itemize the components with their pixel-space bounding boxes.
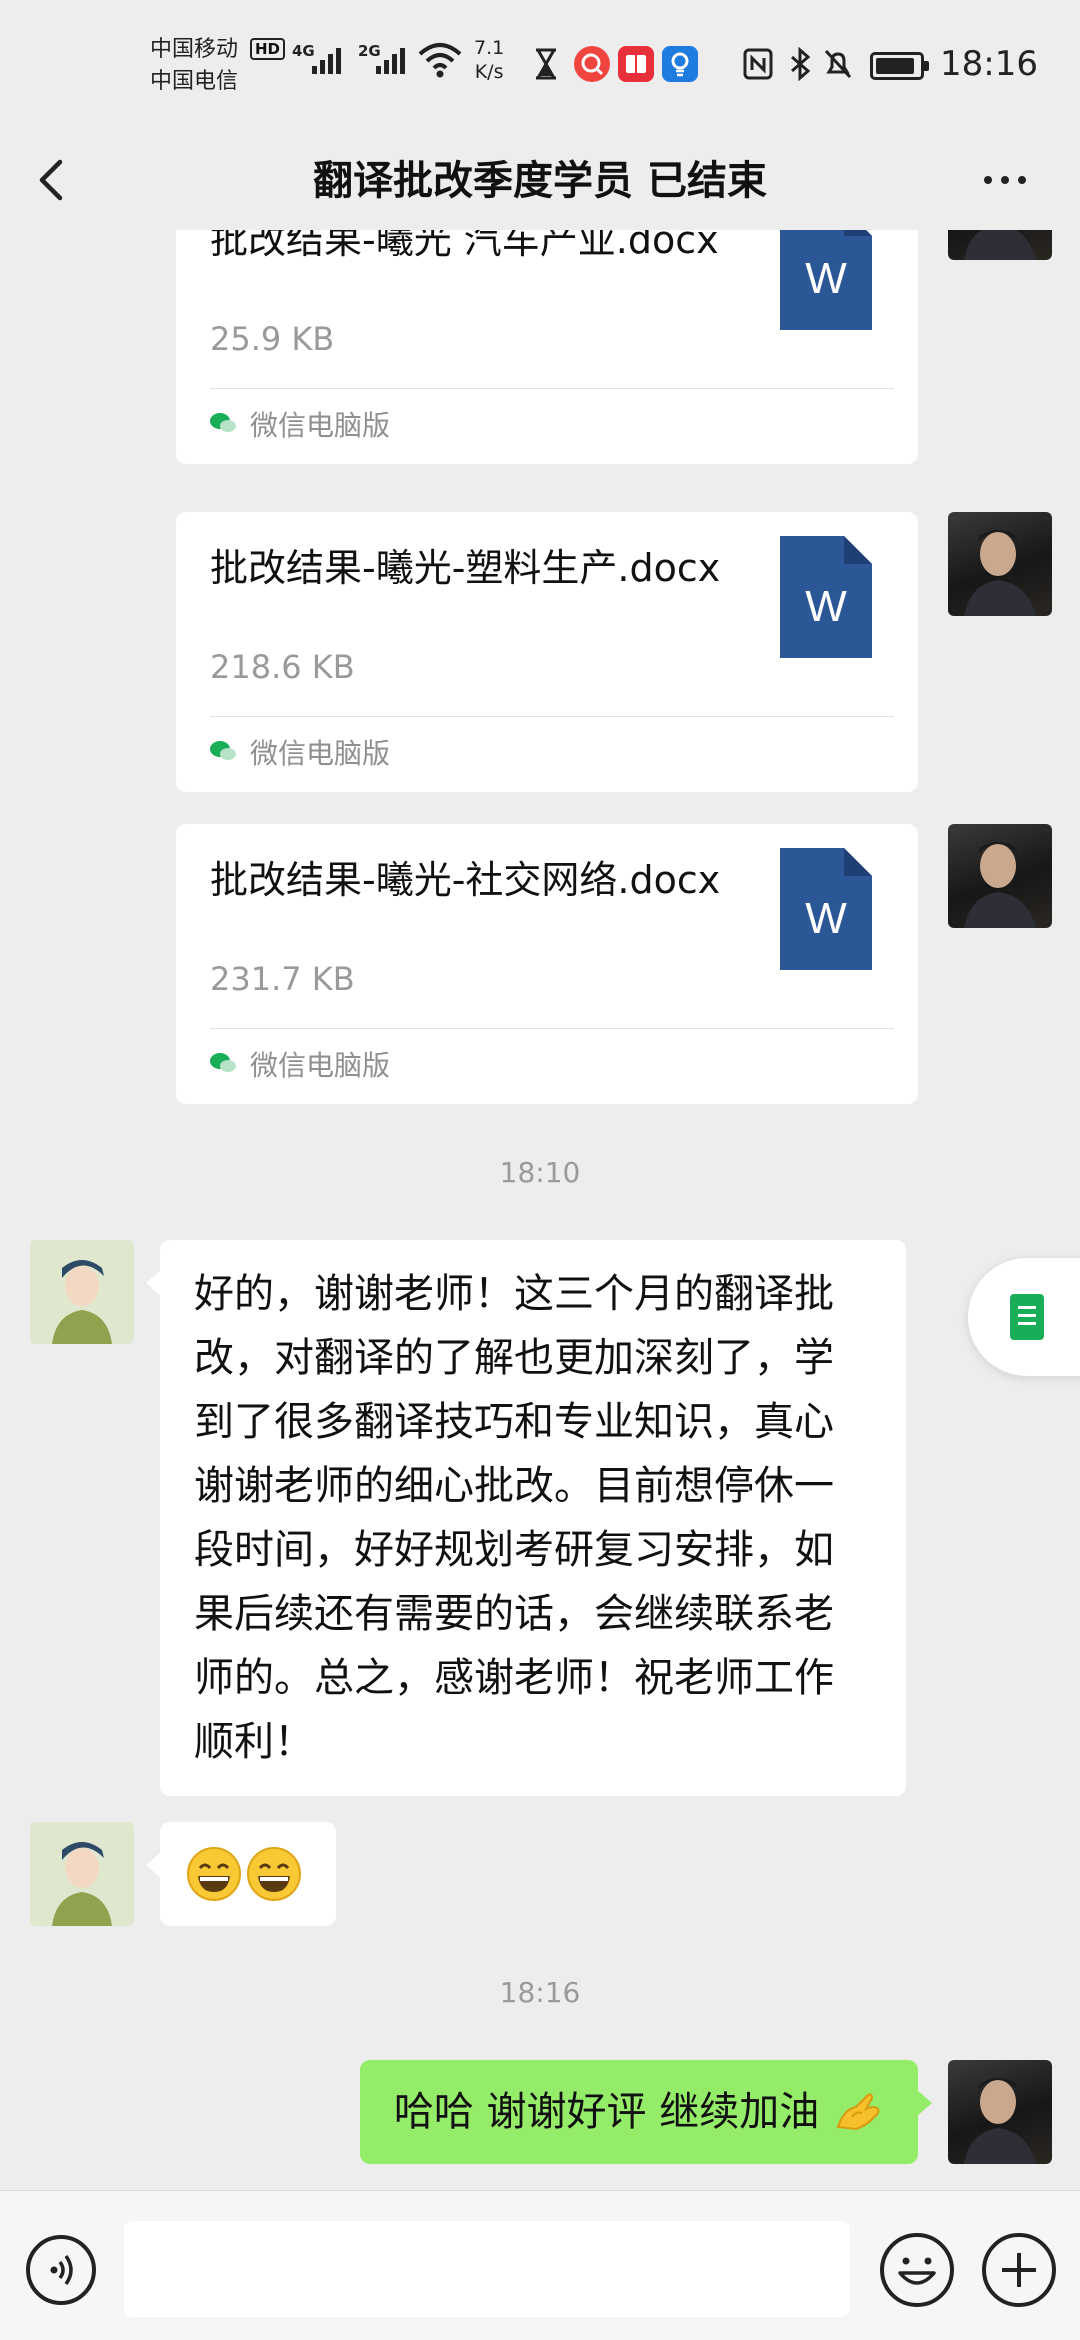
incoming-message-bubble[interactable]: 好的，谢谢老师！这三个月的翻译批改，对翻译的了解也更加深刻了，学到了很多翻译技巧…	[146, 1240, 906, 1796]
divider	[210, 388, 894, 389]
divider	[210, 1028, 894, 1029]
file-source-label: 微信电脑版	[250, 1049, 391, 1082]
file-size: 231.7 KB	[210, 960, 355, 998]
more-dots-icon[interactable]	[980, 160, 1030, 200]
signal-strength-icon	[312, 40, 346, 74]
chat-title: 翻译批改季度学员 已结束	[313, 158, 767, 204]
message-timestamp: 18:10	[499, 1156, 581, 1189]
grinning-emoji-icon	[247, 1847, 301, 1901]
carrier-labels: 中国移动 中国电信	[150, 34, 238, 98]
incoming-message-bubble[interactable]	[146, 1822, 336, 1926]
wechat-pc-icon	[210, 413, 236, 432]
file-message-card[interactable]: 批改结果-曦光-社交网络.docx 231.7 KB W 微信电脑版	[176, 824, 918, 1104]
mute-bell-icon	[824, 49, 852, 79]
file-size: 25.9 KB	[210, 320, 335, 358]
message-input[interactable]	[124, 2221, 850, 2317]
teacher-avatar[interactable]	[948, 2060, 1052, 2164]
network-speed-value: 7.1	[474, 37, 505, 59]
reader-app-icon	[618, 46, 654, 82]
outgoing-message-bubble[interactable]: 哈哈 谢谢好评 继续加油	[359, 2060, 933, 2164]
nfc-icon	[743, 48, 773, 80]
hourglass-icon	[536, 48, 556, 80]
network-speed-unit: K/s	[474, 61, 504, 83]
chat-header: 翻译批改季度学员 已结束	[0, 130, 1080, 230]
floating-note-button[interactable]	[968, 1258, 1080, 1376]
network-speed: 7.1 K/s	[474, 36, 504, 84]
status-bar: 中国移动 中国电信 HD 4G 2G 7.1 K/s 18:16	[0, 0, 1080, 130]
bulb-app-icon	[662, 46, 698, 82]
file-source-label: 微信电脑版	[250, 737, 391, 770]
word-doc-icon: W	[780, 536, 872, 658]
file-size: 218.6 KB	[210, 648, 355, 686]
file-source-label: 微信电脑版	[250, 409, 391, 442]
file-name: 批改结果-曦光-社交网络.docx	[210, 858, 721, 902]
status-time: 18:16	[940, 44, 1038, 84]
chat-message-list[interactable]: 批改结果-曦光 汽车产业.docx 25.9 KB W 微信电脑版 批改结果-曦…	[0, 230, 1080, 2190]
word-letter: W	[805, 894, 847, 943]
message-text: 哈哈 谢谢好评 继续加油	[393, 2089, 820, 2135]
word-letter: W	[805, 582, 847, 631]
word-doc-icon: W	[780, 230, 872, 330]
word-letter: W	[805, 254, 847, 303]
wechat-pc-icon	[210, 741, 236, 760]
hd-badge: HD	[250, 38, 286, 60]
voice-icon[interactable]	[26, 2235, 96, 2305]
file-message-card[interactable]: 批改结果-曦光 汽车产业.docx 25.9 KB W 微信电脑版	[176, 230, 918, 464]
message-input-bar	[0, 2190, 1080, 2340]
grinning-emoji-icon	[187, 1847, 241, 1901]
message-timestamp: 18:16	[499, 1976, 581, 2009]
divider	[210, 716, 894, 717]
carrier-label-1: 中国移动	[150, 37, 239, 62]
word-doc-icon: W	[780, 848, 872, 970]
plus-circle-icon[interactable]	[982, 2233, 1056, 2307]
wechat-pc-icon	[210, 1053, 236, 1072]
file-name: 批改结果-曦光-塑料生产.docx	[210, 546, 721, 590]
signal-strength-icon-2	[376, 40, 410, 74]
bluetooth-icon	[791, 46, 811, 82]
ok-hand-emoji-icon	[836, 2093, 880, 2131]
teacher-avatar[interactable]	[948, 512, 1052, 616]
file-name: 批改结果-曦光 汽车产业.docx	[210, 230, 719, 262]
student-avatar[interactable]	[30, 1240, 134, 1344]
battery-icon	[870, 52, 929, 80]
smiley-icon[interactable]	[880, 2233, 954, 2307]
message-text: 好的，谢谢老师！这三个月的翻译批改，对翻译的了解也更加深刻了，学到了很多翻译技巧…	[194, 1271, 834, 1765]
carrier-label-2: 中国电信	[150, 69, 239, 94]
search-app-icon	[574, 46, 610, 82]
file-message-card[interactable]: 批改结果-曦光-塑料生产.docx 218.6 KB W 微信电脑版	[176, 512, 918, 792]
teacher-avatar[interactable]	[948, 230, 1052, 260]
note-icon	[1010, 1294, 1044, 1340]
student-avatar[interactable]	[30, 1822, 134, 1926]
teacher-avatar[interactable]	[948, 824, 1052, 928]
wifi-icon	[418, 43, 462, 78]
